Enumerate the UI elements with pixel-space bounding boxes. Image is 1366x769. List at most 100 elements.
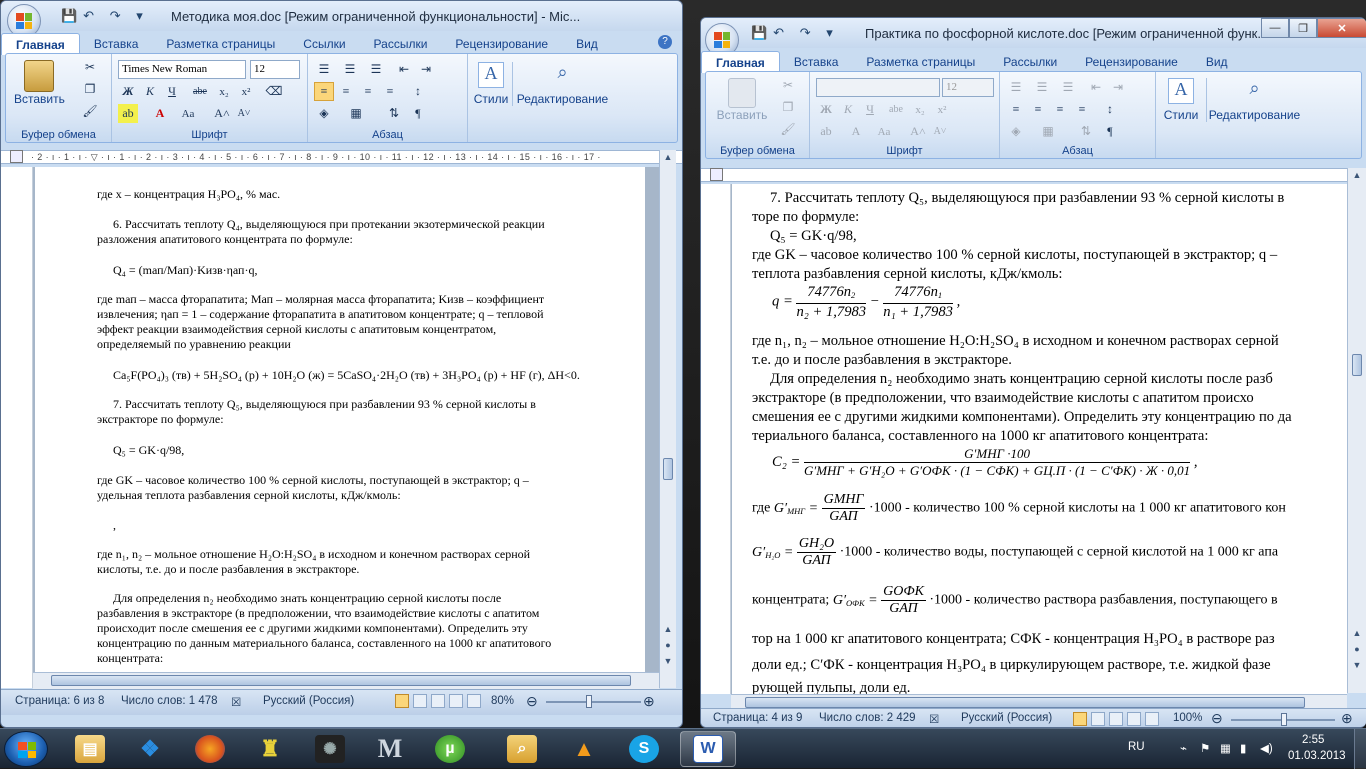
page-count[interactable]: Страница: 6 из 8 <box>15 695 104 707</box>
browse-object-icon[interactable]: ● <box>1352 644 1362 654</box>
language-indicator[interactable]: Русский (Россия) <box>263 695 354 707</box>
title-bar[interactable]: 💾↶ ↷ ▾ Практика по фосфорной кислоте.doc… <box>701 18 1366 57</box>
tab-view[interactable]: Вид <box>1192 51 1242 73</box>
help-icon[interactable]: ? <box>658 35 672 49</box>
clock-time[interactable]: 2:55 <box>1302 734 1324 746</box>
subscript-button[interactable]: x₂ <box>214 82 234 101</box>
taskbar-word[interactable]: W <box>680 731 736 767</box>
increase-indent-icon[interactable]: ⇥ <box>1108 78 1128 97</box>
volume-icon[interactable]: ◀) <box>1260 741 1273 755</box>
quick-access-toolbar[interactable]: 💾↶ ↷ ▾ <box>751 25 839 41</box>
network-icon[interactable]: ▦ <box>1220 741 1231 755</box>
print-layout-icon[interactable] <box>395 694 409 708</box>
change-case-button[interactable]: Aa <box>874 122 894 141</box>
show-marks-icon[interactable]: ¶ <box>1100 122 1120 141</box>
tab-references[interactable]: Ссылки <box>289 33 359 55</box>
document-page[interactable]: где x – концентрация H₃PO₄, % мас. 6. Ра… <box>35 167 645 688</box>
bold-button[interactable]: Ж <box>816 100 836 119</box>
language-indicator[interactable]: RU <box>1128 741 1145 753</box>
italic-button[interactable]: К <box>838 100 858 119</box>
taskbar-app-m[interactable]: M <box>362 731 418 767</box>
multilevel-list-icon[interactable]: ☰ <box>366 60 386 79</box>
cut-icon[interactable]: ✂ <box>778 76 798 95</box>
page-count[interactable]: Страница: 4 из 9 <box>713 712 802 724</box>
ribbon-tabs[interactable]: Главная Вставка Разметка страницы Ссылки… <box>1 33 682 55</box>
tab-page-layout[interactable]: Разметка страницы <box>152 33 289 55</box>
show-desktop-button[interactable] <box>1354 729 1366 769</box>
bold-button[interactable]: Ж <box>118 82 138 101</box>
minimize-button[interactable]: — <box>1261 18 1289 38</box>
multilevel-list-icon[interactable]: ☰ <box>1058 78 1078 97</box>
browse-object-icon[interactable]: ● <box>663 640 673 650</box>
clear-format-icon[interactable]: ⌫ <box>264 82 284 101</box>
align-left-button[interactable]: ≡ <box>1006 100 1026 119</box>
word-window-phosphoric-practice[interactable]: 💾↶ ↷ ▾ Практика по фосфорной кислоте.doc… <box>700 17 1366 728</box>
zoom-out-icon[interactable]: ⊖ <box>526 693 538 710</box>
align-center-button[interactable]: ≡ <box>336 82 356 101</box>
zoom-in-icon[interactable]: ⊕ <box>643 693 655 710</box>
align-left-button[interactable]: ≡ <box>314 82 334 101</box>
tab-mailings[interactable]: Рассылки <box>989 51 1071 73</box>
draft-icon[interactable] <box>467 694 481 708</box>
sort-icon[interactable]: ⇅ <box>1076 122 1096 141</box>
paste-button[interactable]: Вставить <box>14 60 65 106</box>
document-page[interactable]: 7. Рассчитать теплоту Q₅, выделяющуюся п… <box>732 184 1347 694</box>
tab-insert[interactable]: Вставка <box>80 33 153 55</box>
horizontal-ruler[interactable] <box>701 168 1366 182</box>
decrease-indent-icon[interactable]: ⇤ <box>394 60 414 79</box>
shading-icon[interactable]: ◈ <box>1006 122 1026 141</box>
zoom-slider-knob[interactable] <box>1281 713 1287 726</box>
editing-button[interactable]: ⌕ Редактирование <box>512 62 612 106</box>
vertical-scrollbar[interactable]: ▲ ▲ ● ▼ <box>659 150 676 688</box>
tab-home[interactable]: Главная <box>1 33 80 55</box>
flag-icon[interactable]: ⚑ <box>1200 741 1210 755</box>
grow-font-button[interactable]: A˄ <box>212 104 232 123</box>
styles-button[interactable]: A Стили <box>1160 78 1202 122</box>
align-right-button[interactable]: ≡ <box>358 82 378 101</box>
subscript-button[interactable]: x₂ <box>910 100 930 119</box>
zoom-out-icon[interactable]: ⊖ <box>1211 710 1223 727</box>
grow-font-button[interactable]: A˄ <box>908 122 928 141</box>
copy-icon[interactable]: ❐ <box>80 80 100 99</box>
shading-icon[interactable]: ◈ <box>314 104 334 123</box>
document-area[interactable]: где x – концентрация H₃PO₄, % мас. 6. Ра… <box>1 167 659 688</box>
next-page-icon[interactable]: ▼ <box>1352 660 1362 670</box>
document-area[interactable]: 7. Рассчитать теплоту Q₅, выделяющуюся п… <box>701 184 1347 694</box>
italic-button[interactable]: К <box>140 82 160 101</box>
language-indicator[interactable]: Русский (Россия) <box>961 712 1052 724</box>
highlight-icon[interactable]: ab <box>816 122 836 141</box>
superscript-button[interactable]: x² <box>236 82 256 101</box>
font-name-select[interactable] <box>816 78 940 97</box>
taskbar-skype[interactable]: S <box>616 731 672 767</box>
align-right-button[interactable]: ≡ <box>1050 100 1070 119</box>
prev-page-icon[interactable]: ▲ <box>1352 628 1362 638</box>
cut-icon[interactable]: ✂ <box>80 58 100 77</box>
taskbar-app-search[interactable]: ⌕ <box>494 731 550 767</box>
format-painter-icon[interactable]: 🖌 <box>80 102 100 121</box>
scroll-thumb[interactable] <box>663 458 673 480</box>
word-window-methodology[interactable]: 💾↶ ↷ ▾ Методика моя.doc [Режим ограничен… <box>0 0 683 728</box>
underline-button[interactable]: Ч <box>162 82 182 101</box>
tab-selector[interactable] <box>710 168 723 181</box>
web-layout-icon[interactable] <box>431 694 445 708</box>
align-center-button[interactable]: ≡ <box>1028 100 1048 119</box>
taskbar-explorer[interactable]: ▤ <box>62 731 118 767</box>
format-painter-icon[interactable]: 🖌 <box>778 120 798 139</box>
taskbar-app-yellow[interactable]: ♜ <box>242 731 298 767</box>
show-marks-icon[interactable]: ¶ <box>408 104 428 123</box>
font-name-select[interactable]: Times New Roman <box>118 60 246 79</box>
underline-button[interactable]: Ч <box>860 100 880 119</box>
shrink-font-button[interactable]: A˅ <box>930 122 950 141</box>
line-spacing-icon[interactable]: ↕ <box>408 82 428 101</box>
print-layout-icon[interactable] <box>1073 712 1087 726</box>
tab-home[interactable]: Главная <box>701 51 780 73</box>
taskbar-firefox[interactable] <box>182 731 238 767</box>
taskbar-dropbox[interactable]: ❖ <box>122 731 178 767</box>
numbering-icon[interactable]: ☰ <box>340 60 360 79</box>
ribbon-tabs[interactable]: Главная Вставка Разметка страницы Рассыл… <box>701 51 1366 73</box>
bullets-icon[interactable]: ☰ <box>314 60 334 79</box>
outline-icon[interactable] <box>1127 712 1141 726</box>
title-bar[interactable]: 💾↶ ↷ ▾ Методика моя.doc [Режим ограничен… <box>1 1 682 38</box>
font-color-icon[interactable]: A <box>846 122 866 141</box>
close-button[interactable]: ✕ <box>1317 18 1366 38</box>
